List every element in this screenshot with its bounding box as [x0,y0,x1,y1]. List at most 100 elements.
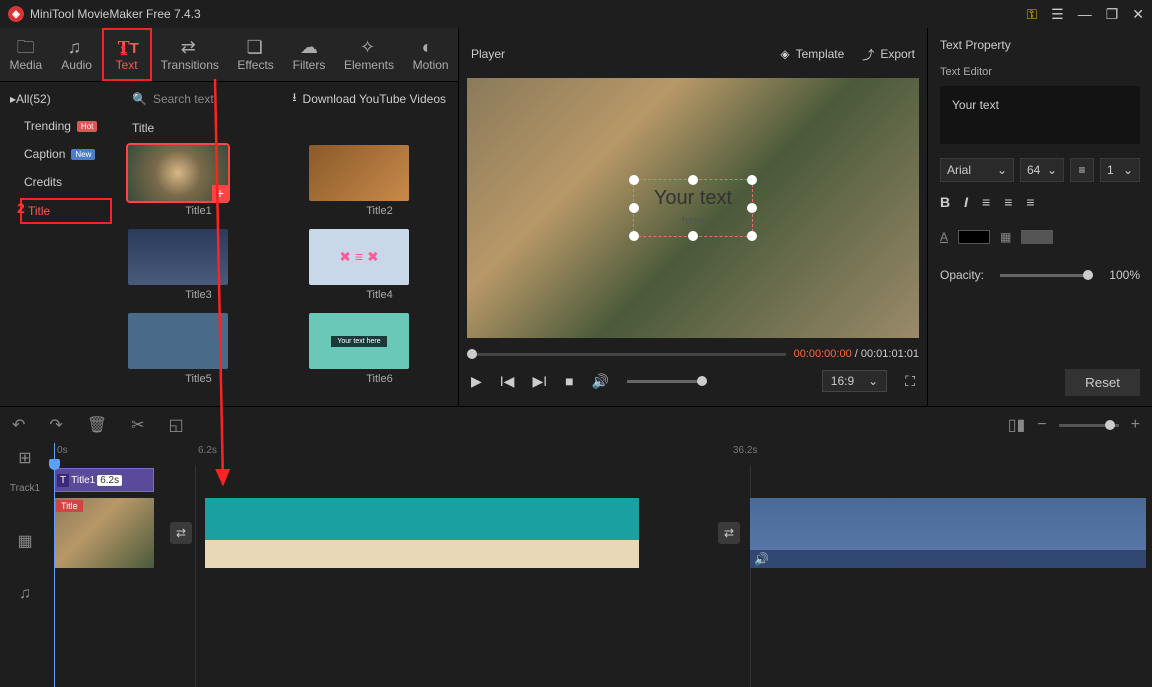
split-button[interactable]: ✂ [131,415,144,435]
track1-label: Track1 [0,473,50,503]
video-clip-2[interactable] [205,498,639,568]
redo-button[interactable]: ↷ [49,415,62,435]
sidebar-item-all[interactable]: ▸ All(52) [0,86,120,112]
app-logo: ◈ [8,6,24,22]
add-track-button[interactable]: ⊞ [18,448,31,468]
stop-button[interactable]: ■ [565,373,573,389]
timeline-panel: ↶ ↷ 🗑 ✂ ◱ ▯▮ − + ⊞ Track1 ▦ ♫ 0s 6.2s 36… [0,406,1152,687]
tab-elements[interactable]: ✧Elements [335,28,403,81]
section-title: Title [128,115,450,145]
chevron-down-icon: ⌄ [1123,163,1133,177]
maximize-icon[interactable]: ❐ [1106,6,1119,23]
audio-track-icon: ♫ [19,585,31,603]
bg-color-swatch[interactable] [1021,230,1053,244]
opacity-slider[interactable] [1000,274,1093,277]
aspect-ratio-select[interactable]: 16:9⌄ [822,370,887,392]
zoom-slider[interactable] [1059,424,1119,427]
zoom-out-button[interactable]: − [1037,416,1046,434]
tab-transitions[interactable]: ⇄Transitions [152,28,228,81]
player-label: Player [471,47,505,61]
add-icon[interactable]: + [212,185,228,201]
sidebar-item-caption[interactable]: CaptionNew [0,140,120,168]
annotation-2: 2 [17,200,25,216]
fit-button[interactable]: ▯▮ [1008,415,1026,435]
preview-viewport[interactable]: Your texthere [467,78,919,338]
thumb-title3[interactable]: Title3 [128,229,269,301]
align-right-button[interactable]: ≡ [1026,194,1034,210]
close-icon[interactable]: ✕ [1132,6,1144,23]
text-input[interactable] [940,86,1140,144]
properties-header: Text Property [940,38,1140,62]
speaker-icon: 🔊 [754,552,769,566]
transition-button-1[interactable]: ⇄ [170,522,192,544]
main-toolbar: 🗀Media ♫Audio TTText ⇄Transitions ❏Effec… [0,28,458,82]
template-icon: ◈ [780,47,789,61]
export-icon: ⤴ [862,46,874,63]
scrubber[interactable] [467,353,786,356]
font-family-select[interactable]: Arial⌄ [940,158,1014,182]
prev-frame-button[interactable]: I◀ [500,373,515,390]
line-spacing-select[interactable]: 1⌄ [1100,158,1140,182]
font-size-select[interactable]: 64⌄ [1020,158,1064,182]
search-icon: 🔍 [132,92,147,106]
video-track-icon: ▦ [17,531,32,551]
tab-filters[interactable]: ☁Filters [283,28,335,81]
text-color-swatch[interactable] [958,230,990,244]
app-title: MiniTool MovieMaker Free 7.4.3 [30,7,201,21]
sidebar-item-trending[interactable]: TrendingHot [0,112,120,140]
play-button[interactable]: ▶ [471,373,482,390]
italic-button[interactable]: I [964,194,968,210]
video-clip-1[interactable]: Title [54,498,154,568]
timeline-tracks[interactable]: 0s 6.2s 36.2s TTitle16.2s Title ⇄ ⇄ 🔊 [50,443,1152,687]
tab-effects[interactable]: ❏Effects [228,28,283,81]
menu-icon[interactable]: ☰ [1051,6,1064,23]
time-current: 00:00:00:00 [794,348,852,360]
video-clip-3[interactable]: 🔊 [750,498,1146,568]
opacity-label: Opacity: [940,268,984,282]
next-frame-button[interactable]: ▶I [532,373,547,390]
bg-color-label: ▦ [1000,230,1011,244]
playhead[interactable] [54,443,55,687]
title-bar: ◈ MiniTool MovieMaker Free 7.4.3 ⚿ ☰ — ❐… [0,0,1152,28]
thumb-title2[interactable]: Title2 [309,145,450,217]
tab-motion[interactable]: ◐Motion [403,28,458,81]
zoom-in-button[interactable]: + [1131,416,1140,434]
thumb-title6[interactable]: Your text hereTitle6 [309,313,450,385]
export-button[interactable]: ⤴Export [862,46,915,63]
annotation-1: 1 [120,42,128,58]
crop-button[interactable]: ◱ [169,415,184,435]
chevron-down-icon: ⌄ [868,374,878,388]
chevron-down-icon: ⌄ [997,163,1007,177]
thumb-title5[interactable]: Title5 [128,313,269,385]
volume-icon[interactable]: 🔊 [592,373,609,390]
volume-slider[interactable] [627,380,707,383]
download-youtube-button[interactable]: ⭳Download YouTube Videos [292,88,446,109]
minimize-icon[interactable]: — [1078,6,1092,22]
delete-button[interactable]: 🗑 [87,415,107,435]
timeline-ruler[interactable]: 0s 6.2s 36.2s [50,443,1152,465]
thumb-title4[interactable]: ✖ ≡ ✖Title4 [309,229,450,301]
text-editor-label: Text Editor [940,62,1140,86]
sidebar-item-credits[interactable]: Credits [0,168,120,196]
align-center-button[interactable]: ≡ [1004,194,1012,210]
transition-button-2[interactable]: ⇄ [718,522,740,544]
key-icon[interactable]: ⚿ [1026,6,1037,23]
title-clip[interactable]: TTitle16.2s [54,468,154,492]
library-panel: 🗀Media ♫Audio TTText ⇄Transitions ❏Effec… [0,28,458,406]
tab-audio[interactable]: ♫Audio [52,28,102,81]
fullscreen-button[interactable]: ⛶ [905,373,915,390]
sidebar-item-title[interactable]: Title [20,198,112,224]
chevron-down-icon: ⌄ [1047,163,1057,177]
search-input[interactable]: 🔍Search text [132,92,214,106]
thumb-title1[interactable]: +Title1 [128,145,269,217]
reset-button[interactable]: Reset [1065,369,1140,396]
align-left-button[interactable]: ≡ [982,194,990,210]
tab-media[interactable]: 🗀Media [0,28,52,81]
properties-panel: Text Property Text Editor Arial⌄ 64⌄ ≡ 1… [928,28,1152,406]
text-overlay[interactable]: Your texthere [633,179,753,237]
undo-button[interactable]: ↶ [12,415,25,435]
bold-button[interactable]: B [940,194,950,210]
line-spacing-icon[interactable]: ≡ [1070,158,1094,182]
template-button[interactable]: ◈Template [780,46,844,63]
text-color-label: A [940,230,948,244]
